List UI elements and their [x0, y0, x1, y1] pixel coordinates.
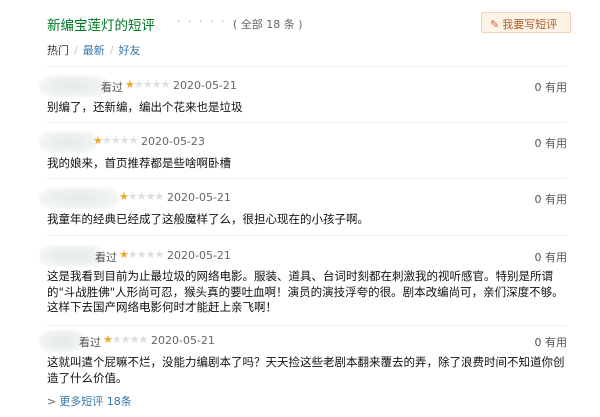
divider [47, 122, 567, 123]
write-comment-button[interactable]: ✎ 我要写短评 [481, 12, 571, 33]
useful-vote[interactable]: 0 有用 [535, 135, 568, 151]
blurred-username [39, 75, 109, 97]
comment-text: 我的娘来，首页推荐都是些啥啊卧槽 [47, 156, 231, 170]
blurred-username [39, 187, 119, 209]
comment-date: 2020-05-23 [141, 135, 205, 148]
divider [47, 66, 567, 67]
comment-meta: ★★★★★ 2020-05-23 0 有用 [39, 131, 568, 153]
pencil-icon: ✎ [490, 18, 500, 31]
filter-latest[interactable]: 最新 [83, 44, 105, 57]
rating-stars: ★★★★★ [103, 333, 148, 346]
rating-stars: ★★★★★ [119, 190, 164, 203]
watch-status: 看过 [95, 251, 117, 264]
watch-status: 看过 [79, 336, 101, 349]
comment-text: 我童年的经典已经成了这般魔样了么，很担心现在的小孩子啊。 [47, 212, 369, 226]
comment-meta: ★★★★★ 2020-05-21 0 有用 [39, 187, 568, 209]
comment-count: ( 全部 18 条 ) [233, 18, 303, 31]
comment-item: 看过 ★★★★★ 2020-05-21 0 有用 这就叫遣个屁嘛不烂，没能力编剧… [39, 330, 568, 385]
useful-vote[interactable]: 0 有用 [535, 79, 568, 95]
title-dots: · · · · · · [177, 15, 238, 28]
filter-friends[interactable]: 好友 [118, 44, 140, 57]
divider [47, 235, 567, 236]
comment-date: 2020-05-21 [173, 79, 237, 92]
comment-date: 2020-05-21 [167, 249, 231, 262]
section-title: 新编宝莲灯的短评 [47, 18, 155, 34]
rating-stars: ★★★★★ [93, 134, 138, 147]
divider [47, 325, 567, 326]
sort-filters: 热门 / 最新 / 好友 [47, 42, 140, 58]
comment-item: ★★★★★ 2020-05-23 0 有用 我的娘来，首页推荐都是些啥啊卧槽 [39, 131, 568, 170]
divider [47, 178, 567, 179]
more-comments-link[interactable]: > 更多短评 18条 [47, 393, 132, 409]
rating-stars: ★★★★★ [119, 248, 164, 261]
comment-meta: 看过 ★★★★★ 2020-05-21 0 有用 [39, 245, 568, 267]
comment-meta: 看过 ★★★★★ 2020-05-21 0 有用 [39, 330, 568, 352]
comment-item: ★★★★★ 2020-05-21 0 有用 我童年的经典已经成了这般魔样了么，很… [39, 187, 568, 226]
comment-text: 这是我看到目前为止最垃圾的网络电影。服装、道具、台词时刻都在刺激我的视听感官。特… [47, 269, 564, 314]
rating-stars: ★★★★★ [125, 78, 170, 91]
useful-vote[interactable]: 0 有用 [535, 191, 568, 207]
filter-separator: / [74, 44, 78, 57]
blurred-username [39, 131, 97, 153]
filter-separator: / [109, 44, 114, 57]
comments-header: 新编宝莲灯的短评 · · · · · · ( 全部 18 条 ) ✎ 我要写短评 [47, 12, 571, 34]
useful-vote[interactable]: 0 有用 [535, 249, 568, 265]
write-comment-label: 我要写短评 [502, 18, 558, 31]
more-comments-label: 更多短评 18条 [59, 395, 132, 408]
comment-text: 这就叫遣个屁嘛不烂，没能力编剧本了吗？天天捡这些老剧本翻来覆去的弄，除了浪费时间… [47, 355, 565, 385]
comment-date: 2020-05-21 [167, 191, 231, 204]
watch-status: 看过 [101, 81, 123, 94]
useful-vote[interactable]: 0 有用 [535, 334, 568, 350]
comment-meta: 看过 ★★★★★ 2020-05-21 0 有用 [39, 75, 568, 97]
comment-date: 2020-05-21 [151, 334, 215, 347]
comment-item: 看过 ★★★★★ 2020-05-21 0 有用 别编了，还新编，编出个花来也是… [39, 75, 568, 114]
chevron-right-icon: > [47, 395, 57, 408]
filter-hot[interactable]: 热门 [47, 44, 69, 57]
comment-item: 看过 ★★★★★ 2020-05-21 0 有用 这是我看到目前为止最垃圾的网络… [39, 245, 568, 314]
comment-text: 别编了，还新编，编出个花来也是垃圾 [47, 100, 243, 114]
